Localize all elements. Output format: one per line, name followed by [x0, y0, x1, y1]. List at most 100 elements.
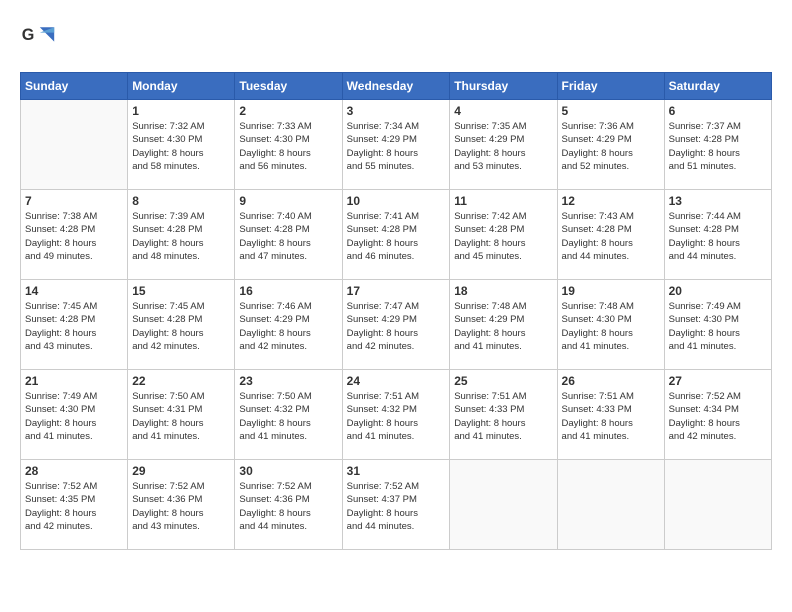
calendar-cell: 8 Sunrise: 7:39 AM Sunset: 4:28 PM Daylig… [128, 190, 235, 280]
day-info: Sunrise: 7:36 AM Sunset: 4:29 PM Dayligh… [562, 120, 660, 173]
day-info: Sunrise: 7:45 AM Sunset: 4:28 PM Dayligh… [132, 300, 230, 353]
day-number: 8 [132, 194, 230, 208]
day-info: Sunrise: 7:46 AM Sunset: 4:29 PM Dayligh… [239, 300, 337, 353]
day-info: Sunrise: 7:32 AM Sunset: 4:30 PM Dayligh… [132, 120, 230, 173]
day-number: 11 [454, 194, 552, 208]
calendar-cell: 28Sunrise: 7:52 AM Sunset: 4:35 PM Dayli… [21, 460, 128, 550]
day-info: Sunrise: 7:42 AM Sunset: 4:28 PM Dayligh… [454, 210, 552, 263]
week-row-0: 1 Sunrise: 7:32 AM Sunset: 4:30 PM Daylig… [21, 100, 772, 190]
calendar-cell: 31 Sunrise: 7:52 AM Sunset: 4:37 PM Dayli… [342, 460, 450, 550]
calendar-cell: 6 Sunrise: 7:37 AM Sunset: 4:28 PM Daylig… [664, 100, 771, 190]
day-info: Sunrise: 7:52 AM Sunset: 4:34 PM Dayligh… [669, 390, 767, 443]
day-info: Sunrise: 7:52 AM Sunset: 4:37 PM Dayligh… [347, 480, 446, 533]
calendar-cell: 7 Sunrise: 7:38 AM Sunset: 4:28 PM Daylig… [21, 190, 128, 280]
calendar-cell: 9Sunrise: 7:40 AM Sunset: 4:28 PM Daylig… [235, 190, 342, 280]
day-info: Sunrise: 7:45 AM Sunset: 4:28 PM Dayligh… [25, 300, 123, 353]
calendar-cell: 27 Sunrise: 7:52 AM Sunset: 4:34 PM Dayli… [664, 370, 771, 460]
week-row-2: 14 Sunrise: 7:45 AM Sunset: 4:28 PM Dayli… [21, 280, 772, 370]
calendar-cell [557, 460, 664, 550]
calendar-cell [664, 460, 771, 550]
column-header-monday: Monday [128, 73, 235, 100]
week-row-4: 28Sunrise: 7:52 AM Sunset: 4:35 PM Dayli… [21, 460, 772, 550]
day-number: 5 [562, 104, 660, 118]
calendar-cell: 26 Sunrise: 7:51 AM Sunset: 4:33 PM Dayli… [557, 370, 664, 460]
day-info: Sunrise: 7:50 AM Sunset: 4:32 PM Dayligh… [239, 390, 337, 443]
day-info: Sunrise: 7:34 AM Sunset: 4:29 PM Dayligh… [347, 120, 446, 173]
day-info: Sunrise: 7:49 AM Sunset: 4:30 PM Dayligh… [25, 390, 123, 443]
day-number: 30 [239, 464, 337, 478]
day-info: Sunrise: 7:48 AM Sunset: 4:29 PM Dayligh… [454, 300, 552, 353]
header: G [20, 20, 772, 56]
day-info: Sunrise: 7:49 AM Sunset: 4:30 PM Dayligh… [669, 300, 767, 353]
day-info: Sunrise: 7:35 AM Sunset: 4:29 PM Dayligh… [454, 120, 552, 173]
calendar-body: 1 Sunrise: 7:32 AM Sunset: 4:30 PM Daylig… [21, 100, 772, 550]
calendar-cell: 18 Sunrise: 7:48 AM Sunset: 4:29 PM Dayli… [450, 280, 557, 370]
day-number: 23 [239, 374, 337, 388]
calendar-cell: 21 Sunrise: 7:49 AM Sunset: 4:30 PM Dayli… [21, 370, 128, 460]
day-number: 13 [669, 194, 767, 208]
calendar-cell: 5 Sunrise: 7:36 AM Sunset: 4:29 PM Daylig… [557, 100, 664, 190]
calendar-cell: 14 Sunrise: 7:45 AM Sunset: 4:28 PM Dayli… [21, 280, 128, 370]
day-info: Sunrise: 7:43 AM Sunset: 4:28 PM Dayligh… [562, 210, 660, 263]
day-number: 20 [669, 284, 767, 298]
day-number: 12 [562, 194, 660, 208]
column-header-sunday: Sunday [21, 73, 128, 100]
day-number: 10 [347, 194, 446, 208]
column-header-tuesday: Tuesday [235, 73, 342, 100]
header-row: SundayMondayTuesdayWednesdayThursdayFrid… [21, 73, 772, 100]
calendar-cell: 12 Sunrise: 7:43 AM Sunset: 4:28 PM Dayli… [557, 190, 664, 280]
day-number: 3 [347, 104, 446, 118]
day-info: Sunrise: 7:51 AM Sunset: 4:33 PM Dayligh… [562, 390, 660, 443]
logo-icon: G [20, 20, 56, 56]
day-number: 17 [347, 284, 446, 298]
day-info: Sunrise: 7:51 AM Sunset: 4:32 PM Dayligh… [347, 390, 446, 443]
day-number: 16 [239, 284, 337, 298]
calendar-cell: 25 Sunrise: 7:51 AM Sunset: 4:33 PM Dayli… [450, 370, 557, 460]
column-header-thursday: Thursday [450, 73, 557, 100]
day-number: 26 [562, 374, 660, 388]
day-number: 19 [562, 284, 660, 298]
calendar-cell [21, 100, 128, 190]
calendar-cell: 23 Sunrise: 7:50 AM Sunset: 4:32 PM Dayli… [235, 370, 342, 460]
calendar-cell: 16 Sunrise: 7:46 AM Sunset: 4:29 PM Dayli… [235, 280, 342, 370]
calendar-cell: 3 Sunrise: 7:34 AM Sunset: 4:29 PM Daylig… [342, 100, 450, 190]
day-info: Sunrise: 7:51 AM Sunset: 4:33 PM Dayligh… [454, 390, 552, 443]
day-number: 7 [25, 194, 123, 208]
day-info: Sunrise: 7:50 AM Sunset: 4:31 PM Dayligh… [132, 390, 230, 443]
day-number: 14 [25, 284, 123, 298]
week-row-1: 7 Sunrise: 7:38 AM Sunset: 4:28 PM Daylig… [21, 190, 772, 280]
day-number: 21 [25, 374, 123, 388]
calendar-header: SundayMondayTuesdayWednesdayThursdayFrid… [21, 73, 772, 100]
calendar-cell: 2 Sunrise: 7:33 AM Sunset: 4:30 PM Daylig… [235, 100, 342, 190]
day-info: Sunrise: 7:38 AM Sunset: 4:28 PM Dayligh… [25, 210, 123, 263]
day-info: Sunrise: 7:52 AM Sunset: 4:36 PM Dayligh… [132, 480, 230, 533]
calendar-cell: 4Sunrise: 7:35 AM Sunset: 4:29 PM Daylig… [450, 100, 557, 190]
day-number: 31 [347, 464, 446, 478]
day-info: Sunrise: 7:39 AM Sunset: 4:28 PM Dayligh… [132, 210, 230, 263]
calendar-cell: 20 Sunrise: 7:49 AM Sunset: 4:30 PM Dayli… [664, 280, 771, 370]
day-number: 29 [132, 464, 230, 478]
day-info: Sunrise: 7:33 AM Sunset: 4:30 PM Dayligh… [239, 120, 337, 173]
day-number: 25 [454, 374, 552, 388]
calendar-cell: 17Sunrise: 7:47 AM Sunset: 4:29 PM Dayli… [342, 280, 450, 370]
day-number: 18 [454, 284, 552, 298]
day-number: 6 [669, 104, 767, 118]
day-number: 2 [239, 104, 337, 118]
week-row-3: 21 Sunrise: 7:49 AM Sunset: 4:30 PM Dayli… [21, 370, 772, 460]
day-info: Sunrise: 7:37 AM Sunset: 4:28 PM Dayligh… [669, 120, 767, 173]
calendar-cell: 10Sunrise: 7:41 AM Sunset: 4:28 PM Dayli… [342, 190, 450, 280]
calendar-cell: 15 Sunrise: 7:45 AM Sunset: 4:28 PM Dayli… [128, 280, 235, 370]
column-header-wednesday: Wednesday [342, 73, 450, 100]
day-number: 15 [132, 284, 230, 298]
day-info: Sunrise: 7:44 AM Sunset: 4:28 PM Dayligh… [669, 210, 767, 263]
calendar: SundayMondayTuesdayWednesdayThursdayFrid… [20, 72, 772, 550]
day-number: 1 [132, 104, 230, 118]
logo: G [20, 20, 60, 56]
day-number: 22 [132, 374, 230, 388]
calendar-cell: 11 Sunrise: 7:42 AM Sunset: 4:28 PM Dayli… [450, 190, 557, 280]
svg-text:G: G [22, 26, 35, 44]
day-number: 27 [669, 374, 767, 388]
calendar-cell [450, 460, 557, 550]
day-info: Sunrise: 7:48 AM Sunset: 4:30 PM Dayligh… [562, 300, 660, 353]
day-info: Sunrise: 7:40 AM Sunset: 4:28 PM Dayligh… [239, 210, 337, 263]
